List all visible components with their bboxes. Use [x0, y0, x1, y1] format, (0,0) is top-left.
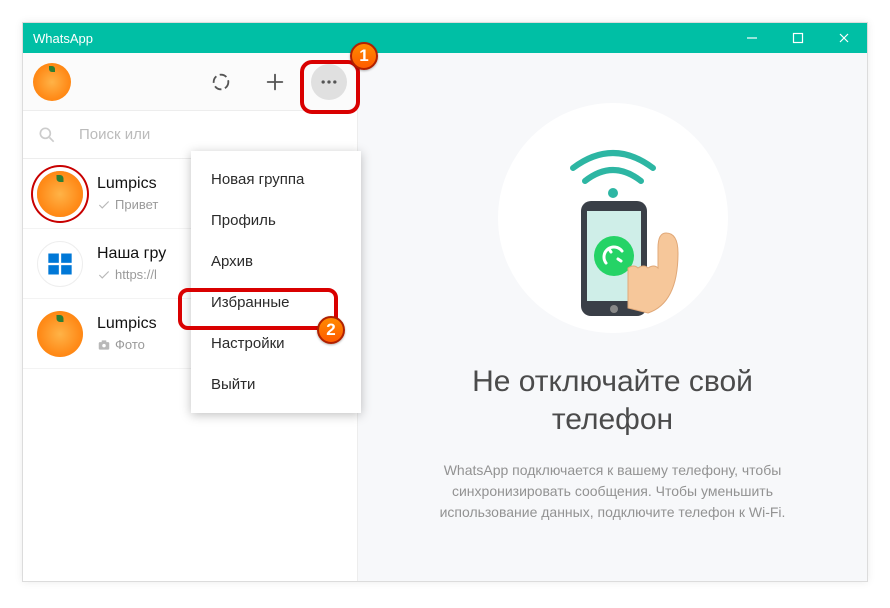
camera-icon — [97, 338, 111, 352]
checkmark-icon — [97, 268, 111, 282]
maximize-button[interactable] — [775, 23, 821, 53]
menu-item-logout[interactable]: Выйти — [191, 364, 361, 405]
close-button[interactable] — [821, 23, 867, 53]
sidebar-header — [23, 53, 357, 111]
sidebar: Поиск или Lumpics Привет — [23, 53, 358, 581]
dropdown-menu: Новая группа Профиль Архив Избранные Нас… — [191, 151, 361, 413]
chat-subtitle: Привет — [115, 197, 158, 212]
avatar[interactable] — [33, 63, 71, 101]
menu-item-new-group[interactable]: Новая группа — [191, 159, 361, 200]
chat-avatar — [37, 171, 83, 217]
chat-avatar — [37, 241, 83, 287]
menu-item-profile[interactable]: Профиль — [191, 200, 361, 241]
app-window: WhatsApp — [22, 22, 868, 582]
chat-subtitle: https://l — [115, 267, 157, 282]
annotation-marker-2: 2 — [317, 316, 345, 344]
search-placeholder: Поиск или — [79, 126, 150, 143]
illustration — [483, 93, 743, 343]
new-chat-button[interactable] — [257, 64, 293, 100]
checkmark-icon — [97, 198, 111, 212]
menu-item-archive[interactable]: Архив — [191, 241, 361, 282]
chat-avatar — [37, 311, 83, 357]
main-description: WhatsApp подключается к вашему телефону,… — [403, 460, 823, 523]
search-icon — [37, 125, 57, 145]
menu-button[interactable] — [311, 64, 347, 100]
status-button[interactable] — [203, 64, 239, 100]
main-panel: Не отключайте свой телефон WhatsApp подк… — [358, 53, 867, 581]
minimize-button[interactable] — [729, 23, 775, 53]
window-title: WhatsApp — [33, 31, 93, 46]
chat-subtitle: Фото — [115, 337, 145, 352]
main-title: Не отключайте свой телефон — [472, 363, 753, 438]
annotation-marker-1: 1 — [350, 42, 378, 70]
titlebar: WhatsApp — [23, 23, 867, 53]
